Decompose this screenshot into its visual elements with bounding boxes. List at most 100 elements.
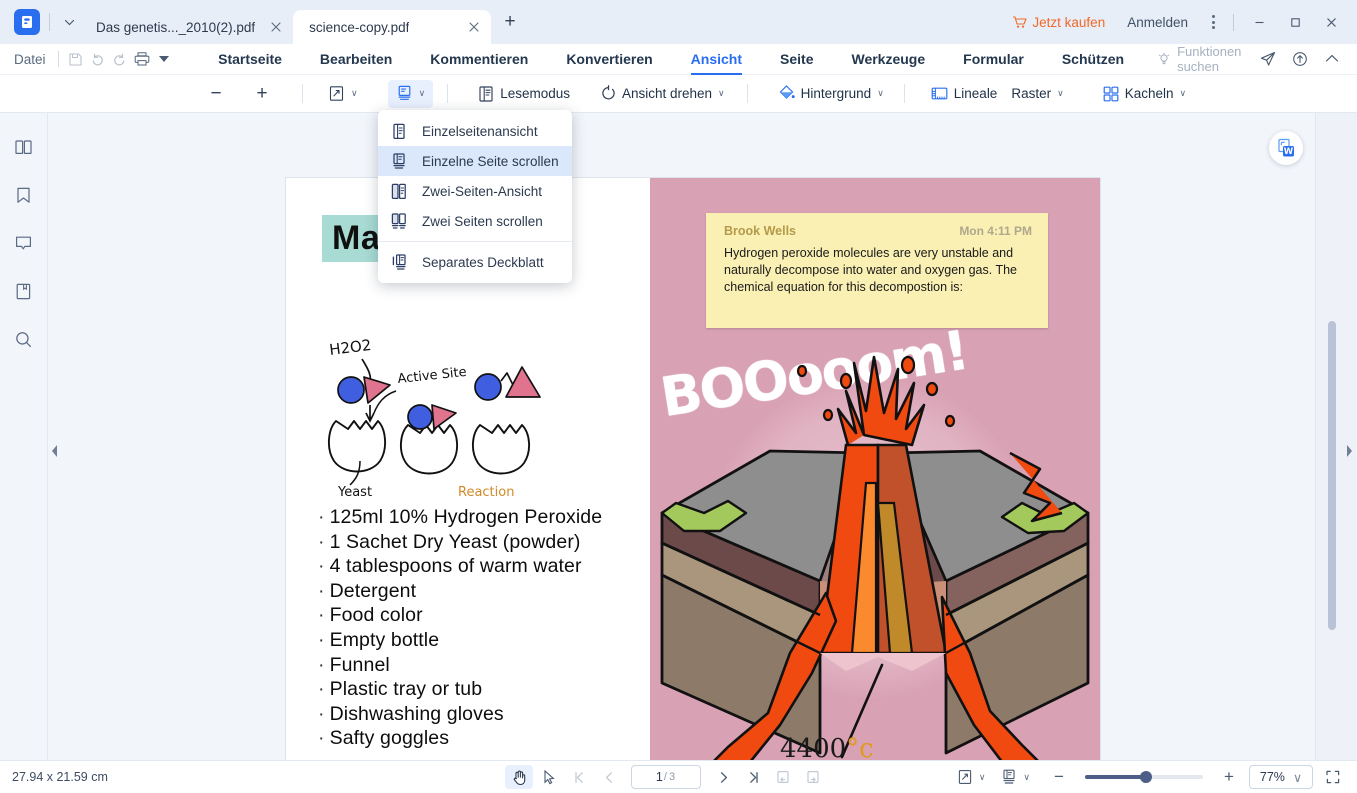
new-tab-button[interactable]: +	[497, 7, 523, 37]
zoom-level-selector[interactable]: 77% ∨	[1249, 765, 1313, 789]
app-logo-icon	[14, 9, 40, 35]
fullscreen-button[interactable]	[1319, 765, 1347, 789]
thumbnails-icon[interactable]	[8, 131, 40, 163]
quick-access-more-icon[interactable]	[153, 46, 175, 72]
fit-page-status-button[interactable]: ∨	[952, 765, 991, 789]
ribbon-tab-bearbeiten[interactable]: Bearbeiten	[301, 44, 411, 75]
convert-to-word-icon: W	[1278, 138, 1294, 157]
vertical-scrollbar-track[interactable]	[1315, 113, 1357, 760]
diagram-label-active-site: Active Site	[397, 365, 468, 387]
menu-item-einzelseitenansicht[interactable]: Einzelseitenansicht	[378, 116, 572, 146]
first-page-button[interactable]	[565, 765, 593, 789]
titlebar-divider	[49, 13, 50, 31]
tiles-button[interactable]: Kacheln ∨	[1094, 80, 1194, 108]
background-button[interactable]: Hintergrund ∨	[769, 80, 892, 108]
ribbon-tab-formular[interactable]: Formular	[944, 44, 1043, 75]
menu-item-separates-deckblatt[interactable]: Separates Deckblatt	[378, 247, 572, 277]
rotate-icon	[600, 85, 617, 102]
cloud-upload-icon[interactable]	[1285, 45, 1315, 73]
chevron-down-icon: ∨	[978, 771, 986, 782]
page-layout-button[interactable]: ∨	[387, 79, 434, 108]
vertical-scrollbar-thumb[interactable]	[1328, 321, 1336, 630]
hand-tool-button[interactable]	[505, 765, 533, 789]
insert-page-before-button[interactable]	[769, 765, 797, 789]
divider	[746, 84, 748, 103]
page-layout-status-button[interactable]: ∨	[996, 765, 1035, 789]
menu-item-zwei-seiten-ansicht[interactable]: Zwei-Seiten-Ansicht	[378, 176, 572, 206]
list-item: · 125ml 10% Hydrogen Peroxide	[318, 506, 603, 528]
page-layout-dropdown-menu[interactable]: Einzelseitenansicht Einzelne Seite scrol…	[378, 110, 572, 283]
document-viewport[interactable]: Ma H2O2 Active Site Yeast Reaction · 125…	[48, 113, 1315, 760]
divider	[57, 51, 59, 67]
minimize-button[interactable]	[1241, 7, 1277, 37]
bookmark-icon[interactable]	[8, 179, 40, 211]
zoom-out-button[interactable]: −	[200, 80, 232, 108]
reading-mode-icon	[477, 85, 495, 103]
more-options-icon[interactable]	[1200, 9, 1226, 35]
tab-list-chevron-icon[interactable]	[58, 7, 80, 37]
convert-to-word-button[interactable]: W	[1269, 131, 1303, 165]
sticky-note-timestamp: Mon 4:11 PM	[959, 224, 1032, 238]
ribbon-tab-ansicht[interactable]: Ansicht	[672, 44, 761, 75]
reading-mode-label: Lesemodus	[500, 86, 570, 101]
redo-icon[interactable]	[109, 46, 131, 72]
page-right-half: Brook Wells Mon 4:11 PM Hydrogen peroxid…	[650, 178, 1100, 760]
ribbon-tab-werkzeuge[interactable]: Werkzeuge	[832, 44, 944, 75]
page-number-input[interactable]: 1/3	[631, 765, 701, 789]
ribbon-tab-konvertieren[interactable]: Konvertieren	[547, 44, 671, 75]
undo-icon[interactable]	[86, 46, 108, 72]
sticky-note-author: Brook Wells	[724, 224, 797, 238]
bullet: ·	[318, 628, 325, 651]
close-icon[interactable]	[465, 18, 483, 36]
next-page-arrow[interactable]	[1343, 438, 1355, 464]
file-menu-button[interactable]: Datei	[0, 52, 58, 67]
ribbon-tabs: Startseite Bearbeiten Kommentieren Konve…	[199, 44, 1143, 75]
cart-icon	[1012, 15, 1027, 29]
fit-page-button[interactable]: ∨	[320, 80, 366, 108]
zoom-out-status-button[interactable]: −	[1045, 765, 1073, 789]
previous-page-arrow[interactable]	[48, 438, 60, 464]
tab-document-2[interactable]: science-copy.pdf	[293, 10, 492, 44]
close-icon[interactable]	[267, 18, 285, 36]
list-item: · Plastic tray or tub	[318, 678, 483, 701]
save-icon[interactable]	[64, 46, 86, 72]
print-icon[interactable]	[131, 46, 153, 72]
list-item: · 4 tablespoons of warm water	[318, 555, 582, 578]
background-label: Hintergrund	[800, 86, 872, 101]
rulers-button[interactable]: Lineale	[922, 80, 1006, 108]
attachment-icon[interactable]	[8, 275, 40, 307]
next-page-button[interactable]	[709, 765, 737, 789]
buy-now-button[interactable]: Jetzt kaufen	[1002, 15, 1115, 30]
function-search[interactable]: Funktionen suchen	[1157, 44, 1253, 74]
maximize-button[interactable]	[1277, 7, 1313, 37]
reading-mode-button[interactable]: Lesemodus	[469, 80, 578, 108]
collapse-ribbon-icon[interactable]	[1317, 45, 1347, 73]
sticky-note-annotation[interactable]: Brook Wells Mon 4:11 PM Hydrogen peroxid…	[706, 213, 1048, 328]
chevron-down-icon: ∨	[351, 88, 358, 98]
close-window-button[interactable]	[1313, 7, 1349, 37]
chevron-down-icon: ∨	[877, 88, 884, 98]
last-page-button[interactable]	[739, 765, 767, 789]
ribbon-tab-seite[interactable]: Seite	[761, 44, 832, 75]
ribbon-tab-schuetzen[interactable]: Schützen	[1043, 44, 1143, 75]
tab-document-1[interactable]: Das genetis..._2010(2).pdf	[80, 10, 293, 44]
sign-in-button[interactable]: Anmelden	[1115, 15, 1200, 30]
bullet: ·	[318, 702, 325, 725]
select-tool-button[interactable]	[535, 765, 563, 789]
share-icon[interactable]	[1253, 45, 1283, 73]
ribbon-tab-startseite[interactable]: Startseite	[199, 44, 301, 75]
menu-item-zwei-seiten-scrollen[interactable]: Zwei Seiten scrollen	[378, 206, 572, 236]
search-icon[interactable]	[8, 323, 40, 355]
rotate-view-button[interactable]: Ansicht drehen ∨	[592, 80, 733, 108]
titlebar-right-controls: Jetzt kaufen Anmelden	[1002, 0, 1357, 44]
zoom-slider-handle[interactable]	[1140, 771, 1152, 783]
menu-item-einzelne-seite-scrollen[interactable]: Einzelne Seite scrollen	[378, 146, 572, 176]
zoom-in-status-button[interactable]: +	[1215, 765, 1243, 789]
zoom-in-button[interactable]: +	[246, 80, 278, 108]
previous-page-button[interactable]	[595, 765, 623, 789]
zoom-slider[interactable]	[1085, 771, 1203, 783]
ribbon-tab-kommentieren[interactable]: Kommentieren	[411, 44, 547, 75]
insert-page-after-button[interactable]	[799, 765, 827, 789]
grid-button[interactable]: Raster ∨	[1003, 80, 1071, 108]
comment-icon[interactable]	[8, 227, 40, 259]
